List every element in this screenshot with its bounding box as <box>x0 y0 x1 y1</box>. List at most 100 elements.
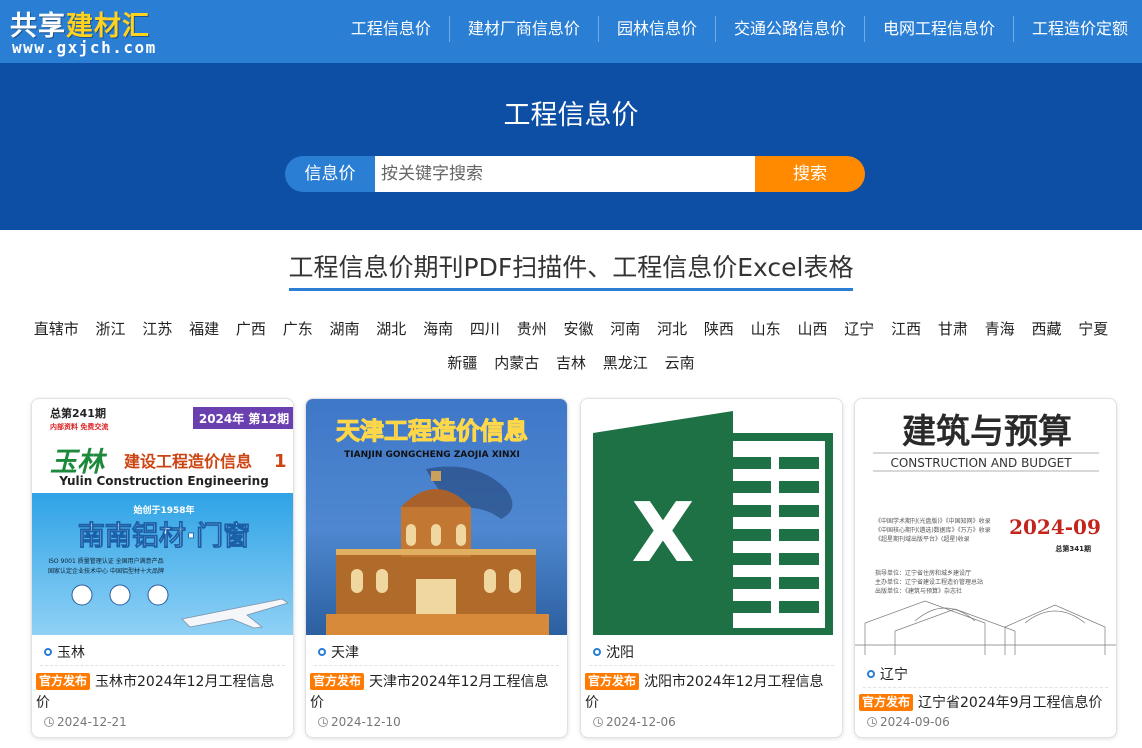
publication-card[interactable]: 天津工程造价信息 TIANJIN GONGCHENG ZAOJIA XINXI … <box>305 398 568 738</box>
region-link[interactable]: 四川 <box>470 312 500 346</box>
region-link[interactable]: 海南 <box>423 312 453 346</box>
clock-icon <box>318 717 328 727</box>
cover-english: CONSTRUCTION AND BUDGET <box>890 456 1072 470</box>
region-link[interactable]: 甘肃 <box>938 312 968 346</box>
cover-image-liaoning[interactable]: 建筑与预算 CONSTRUCTION AND BUDGET 《中国学术期刊(光盘… <box>855 399 1116 655</box>
cover-host: 指导单位：辽宁省住房和城乡建设厅 <box>875 569 971 577</box>
publication-card[interactable]: X 沈阳 官方发布 沈阳市2024年12月工程信息价 2024-12-06 <box>580 398 843 738</box>
location-dot-icon <box>867 670 875 678</box>
card-title-link[interactable]: 官方发布 玉林市2024年12月工程信息价 <box>36 672 287 714</box>
card-date: 2024-12-21 <box>44 715 127 729</box>
region-link[interactable]: 湖南 <box>330 312 360 346</box>
region-link[interactable]: 西藏 <box>1031 312 1061 346</box>
region-link[interactable]: 浙江 <box>96 312 126 346</box>
nav-item-landscape-price[interactable]: 园林信息价 <box>599 16 716 42</box>
official-badge: 官方发布 <box>585 673 640 690</box>
location-dot-icon <box>44 648 52 656</box>
region-link[interactable]: 广东 <box>283 312 313 346</box>
location-dot-icon <box>593 648 601 656</box>
region-link[interactable]: 江西 <box>891 312 921 346</box>
cover-year-issue: 2024年 第12期 <box>199 411 289 426</box>
search-category-label[interactable]: 信息价 <box>285 156 375 192</box>
cover-publisher: 出版单位：《建筑与预算》杂志社 <box>875 587 962 595</box>
cover-ad-since: 始创于1958年 <box>133 504 194 516</box>
region-link[interactable]: 青海 <box>985 312 1015 346</box>
cover-issue-total: 总第241期 <box>50 406 106 420</box>
card-city: 辽宁 <box>867 664 908 684</box>
cover-index-line3: 《超星期刊域出版平台》(超星)收录 <box>875 535 970 543</box>
cover-title: 建筑与预算 <box>902 412 1072 452</box>
nav-item-grid-price[interactable]: 电网工程信息价 <box>865 16 1014 42</box>
search-bar: 信息价 搜索 <box>285 156 865 192</box>
cover-ad-line1: ISO 9001 质量管理认证 全国用户满意产品 <box>48 557 163 565</box>
cover-ad-brand: 南南铝材·门窗 <box>78 520 250 552</box>
region-link[interactable]: 河南 <box>610 312 640 346</box>
cover-pinyin: TIANJIN GONGCHENG ZAOJIA XINXI <box>344 450 520 460</box>
clock-icon <box>44 717 54 727</box>
clock-icon <box>593 717 603 727</box>
cover-title: 天津工程造价信息 <box>336 417 528 445</box>
official-badge: 官方发布 <box>859 694 914 711</box>
card-city: 天津 <box>318 642 359 662</box>
card-date: 2024-09-06 <box>867 715 950 729</box>
region-link[interactable]: 直辖市 <box>34 312 79 346</box>
cover-issue-total: 总第341期 <box>1055 544 1091 553</box>
site-logo[interactable]: 共享建材汇 www.gxjch.com <box>10 4 190 60</box>
region-list: 直辖市 浙江 江苏 福建 广西 广东 湖南 湖北 海南 四川 贵州 安徽 河南 … <box>15 312 1127 380</box>
region-link[interactable]: 山西 <box>797 312 827 346</box>
region-link[interactable]: 云南 <box>665 346 695 380</box>
card-title-link[interactable]: 官方发布 辽宁省2024年9月工程信息价 <box>859 693 1110 714</box>
region-link[interactable]: 辽宁 <box>844 312 874 346</box>
cover-issue-note: 内部资料 免费交流 <box>50 422 108 431</box>
region-link[interactable]: 吉林 <box>556 346 586 380</box>
cover-image-tianjin[interactable]: 天津工程造价信息 TIANJIN GONGCHENG ZAOJIA XINXI <box>306 399 567 635</box>
cover-name-number: 1 <box>274 451 287 472</box>
region-link[interactable]: 广西 <box>236 312 266 346</box>
card-date: 2024-12-06 <box>593 715 676 729</box>
cover-index-line2: 《中国核心期刊(遴选)数据库》《万方》收录 <box>875 526 991 534</box>
card-divider <box>40 665 285 666</box>
clock-icon <box>867 717 877 727</box>
excel-icon[interactable]: X <box>581 399 842 635</box>
nav-item-quota[interactable]: 工程造价定额 <box>1014 16 1142 42</box>
region-link[interactable]: 宁夏 <box>1078 312 1108 346</box>
search-input[interactable] <box>375 156 755 192</box>
nav-item-highway-price[interactable]: 交通公路信息价 <box>716 16 865 42</box>
card-date: 2024-12-10 <box>318 715 401 729</box>
cover-sponsor: 主办单位：辽宁省建设工程造价管理总站 <box>875 578 983 586</box>
region-link[interactable]: 陕西 <box>704 312 734 346</box>
region-link[interactable]: 新疆 <box>447 346 477 380</box>
location-dot-icon <box>318 648 326 656</box>
region-link[interactable]: 山东 <box>751 312 781 346</box>
official-badge: 官方发布 <box>310 673 365 690</box>
cover-name: 建设工程造价信息 <box>124 452 252 471</box>
search-button[interactable]: 搜索 <box>755 156 865 192</box>
region-link[interactable]: 福建 <box>189 312 219 346</box>
region-link[interactable]: 黑龙江 <box>603 346 648 380</box>
card-city: 沈阳 <box>593 642 634 662</box>
region-link[interactable]: 河北 <box>657 312 687 346</box>
hero-title: 工程信息价 <box>503 100 639 131</box>
card-divider <box>589 665 834 666</box>
region-link[interactable]: 湖北 <box>376 312 406 346</box>
region-link[interactable]: 内蒙古 <box>494 346 539 380</box>
excel-letter: X <box>631 486 694 581</box>
card-city: 玉林 <box>44 642 85 662</box>
region-link[interactable]: 江苏 <box>142 312 172 346</box>
cover-english: Yulin Construction Engineering <box>58 474 269 488</box>
cover-ad-line2: 国家认定企业技术中心 中国铝型材十大品牌 <box>48 567 164 575</box>
card-divider <box>314 665 559 666</box>
publication-card[interactable]: 总第241期 内部资料 免费交流 2024年 第12期 玉林 建设工程造价信息 … <box>31 398 294 738</box>
card-title-link[interactable]: 官方发布 沈阳市2024年12月工程信息价 <box>585 672 836 714</box>
cover-image-yulin[interactable]: 总第241期 内部资料 免费交流 2024年 第12期 玉林 建设工程造价信息 … <box>32 399 293 635</box>
card-divider <box>863 687 1108 688</box>
region-link[interactable]: 贵州 <box>517 312 547 346</box>
main-nav: 工程信息价 建材厂商信息价 园林信息价 交通公路信息价 电网工程信息价 工程造价… <box>333 16 1142 42</box>
region-link[interactable]: 安徽 <box>563 312 593 346</box>
publication-card[interactable]: 建筑与预算 CONSTRUCTION AND BUDGET 《中国学术期刊(光盘… <box>854 398 1117 738</box>
nav-item-engineering-price[interactable]: 工程信息价 <box>333 16 450 42</box>
nav-item-manufacturer-price[interactable]: 建材厂商信息价 <box>450 16 599 42</box>
section-title: 工程信息价期刊PDF扫描件、工程信息价Excel表格 <box>0 248 1142 291</box>
card-title-link[interactable]: 官方发布 天津市2024年12月工程信息价 <box>310 672 561 714</box>
official-badge: 官方发布 <box>36 673 91 690</box>
